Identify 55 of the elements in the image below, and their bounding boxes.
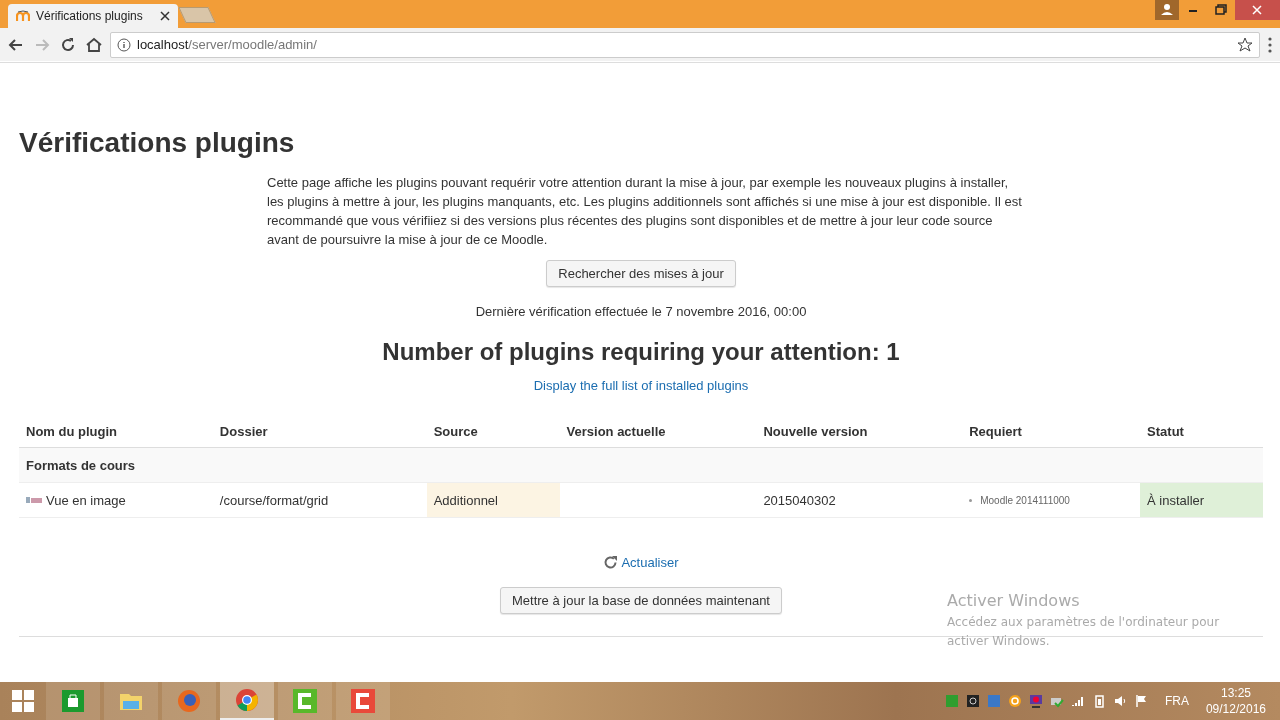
app-icon[interactable] — [1007, 694, 1022, 708]
clock-date: 09/12/2016 — [1205, 701, 1266, 717]
clock-time: 13:25 — [1220, 685, 1251, 701]
column-header: Statut — [1147, 424, 1184, 439]
column-header: Requiert — [969, 424, 1022, 439]
activation-text: Accédez aux paramètres de l'ordinateur pour activer Windows. — [947, 614, 1221, 650]
signal-icon[interactable] — [1070, 694, 1085, 708]
firefox-icon — [175, 687, 203, 715]
column-header: Version actuelle — [566, 424, 666, 439]
upgrade-database-button[interactable]: Mettre à jour la base de données maintenant — [500, 587, 782, 614]
chrome-icon — [233, 686, 261, 714]
flag-icon[interactable] — [1133, 694, 1148, 708]
taskbar-button[interactable] — [336, 682, 390, 720]
windows-logo-icon[interactable] — [12, 690, 34, 712]
plugin-folder: /course/format/grid — [219, 492, 329, 508]
plugin-icon — [26, 496, 42, 504]
taskbar-button[interactable] — [46, 682, 100, 720]
taskbar-button[interactable] — [162, 682, 216, 720]
intro-paragraph: Cette page affiche les plugins pouvant requérir votre attention durant la mise à jour, par exemple les nouveaux plugins à installer, les plugins à mettre à jour, les plugins manquants, etc. Les plugins additionnels sont affichés si une mise à jour est disponible. Il est recommandé que vous vérifiiez si des versions plus récentes des plugins sont disponibles et de mettre à jour leur code source avant de poursuivre la mise à jour de ce Moodle. — [267, 174, 1022, 249]
status-cell: À installer — [1140, 482, 1263, 518]
taskbar-button[interactable] — [220, 682, 274, 720]
refresh-link[interactable]: Actualiser — [621, 555, 679, 570]
url-text: localhost/server/moodle/admin/ — [137, 37, 318, 52]
c-letter-icon — [349, 687, 377, 715]
new-version-text: 2015040302 — [763, 492, 836, 508]
info-icon — [117, 37, 131, 52]
close-icon[interactable] — [160, 11, 170, 21]
camera-icon[interactable] — [965, 694, 980, 708]
monitor-icon[interactable] — [1028, 694, 1043, 708]
taskbar-button[interactable] — [278, 682, 332, 720]
attention-heading: Number of plugins requiring your attention: 1 — [382, 338, 900, 366]
browser-tab[interactable]: Vérifications plugins — [8, 4, 178, 28]
check-updates-button[interactable]: Rechercher des mises à jour — [546, 260, 736, 287]
taskbar-button[interactable] — [104, 682, 158, 720]
column-header: Source — [433, 424, 478, 439]
speaker-icon[interactable] — [1112, 694, 1127, 708]
moodle-logo-icon — [16, 10, 30, 22]
requirement-text: Moodle 2014111000 — [980, 494, 1070, 506]
profile-icon[interactable] — [1155, 0, 1179, 20]
column-header: Nouvelle version — [763, 424, 868, 439]
column-header: Nom du plugin — [26, 424, 117, 439]
plugin-name: Vue en image — [46, 492, 126, 508]
refresh-icon — [603, 555, 619, 570]
activation-title: Activer Windows — [947, 591, 1081, 610]
source-cell: Additionnel — [426, 482, 560, 518]
store-icon — [59, 687, 87, 715]
full-list-link[interactable]: Display the full list of installed plugins — [533, 378, 749, 393]
group-title: Formats de cours — [26, 457, 136, 473]
address-bar[interactable]: localhost/server/moodle/admin/ — [110, 31, 1260, 58]
c-letter-icon — [291, 687, 319, 715]
page-title: Vérifications plugins — [19, 127, 295, 159]
last-check-text: Dernière vérification effectuée le 7 novembre 2016, 00:00 — [475, 304, 807, 319]
star-icon[interactable] — [1237, 36, 1253, 53]
column-header: Dossier — [219, 424, 268, 439]
menu-icon[interactable] — [1266, 35, 1274, 54]
